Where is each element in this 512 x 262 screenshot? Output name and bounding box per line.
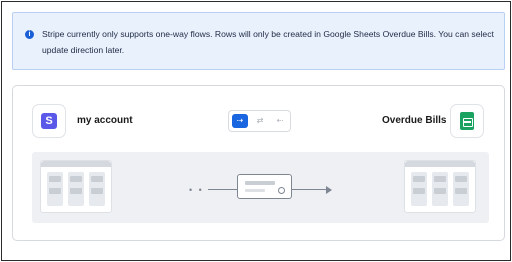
flow-arrowhead-icon xyxy=(326,186,332,194)
direction-toggle: ⇢ ⇄ ⇠ xyxy=(228,110,291,132)
destination-app-tile xyxy=(450,104,484,138)
board-column xyxy=(453,172,469,206)
record-card-illustration xyxy=(237,174,292,199)
source-app-tile: S xyxy=(32,104,66,138)
one-way-left-button[interactable]: ⇠ xyxy=(272,114,288,128)
flow-illustration: • • xyxy=(32,152,489,223)
window-bar xyxy=(41,161,111,167)
stripe-logo-icon: S xyxy=(41,113,57,129)
arrow-right-icon: ⇢ xyxy=(236,116,244,125)
one-way-right-button[interactable]: ⇢ xyxy=(232,114,248,128)
destination-name: Overdue Bills xyxy=(382,115,447,126)
board-column xyxy=(47,172,63,206)
info-alert: i Stripe currently only supports one-way… xyxy=(12,12,505,70)
google-sheets-icon xyxy=(460,112,474,130)
arrow-left-icon: ⇠ xyxy=(276,116,284,125)
sync-direction-panel: i Stripe currently only supports one-way… xyxy=(1,1,511,261)
destination-board-illustration xyxy=(404,160,476,213)
board-column xyxy=(411,172,427,206)
alert-message: Stripe currently only supports one-way f… xyxy=(42,29,494,55)
coin-icon xyxy=(278,187,285,194)
info-icon: i xyxy=(25,30,34,39)
board-column xyxy=(89,172,105,206)
window-bar xyxy=(405,161,475,167)
sync-card: S my account ⇢ ⇄ ⇠ Overdue Bills • • xyxy=(12,85,505,241)
board-column xyxy=(432,172,448,206)
source-board-illustration xyxy=(40,160,112,213)
board-column xyxy=(68,172,84,206)
two-way-button[interactable]: ⇄ xyxy=(252,114,268,128)
arrows-bidirectional-icon: ⇄ xyxy=(256,116,264,125)
flow-dots: • • xyxy=(189,185,204,195)
source-account-name: my account xyxy=(77,115,133,126)
